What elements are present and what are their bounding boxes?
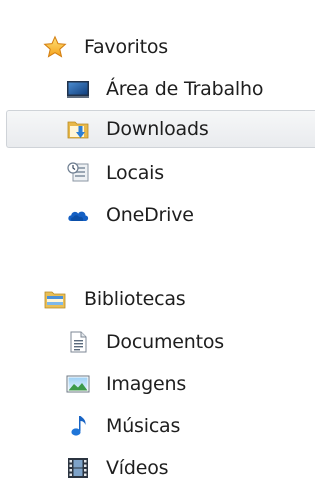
- star-icon: [43, 35, 67, 59]
- nav-item-music[interactable]: Músicas: [0, 407, 313, 445]
- navigation-pane: Favoritos Área de Trabalho Downloads Loc…: [0, 0, 315, 498]
- nav-group-favorites[interactable]: Favoritos: [0, 28, 313, 66]
- nav-group-libraries[interactable]: Bibliotecas: [0, 280, 313, 318]
- nav-item-onedrive[interactable]: OneDrive: [0, 196, 313, 234]
- nav-item-downloads[interactable]: Downloads: [6, 110, 315, 148]
- nav-item-label: Locais: [106, 162, 164, 184]
- nav-item-label: Músicas: [106, 415, 181, 437]
- pictures-icon: [66, 372, 90, 396]
- nav-item-recent-places[interactable]: Locais: [0, 154, 313, 192]
- nav-item-documents[interactable]: Documentos: [0, 323, 313, 361]
- nav-item-videos[interactable]: Vídeos: [0, 449, 313, 487]
- nav-group-label: Bibliotecas: [84, 288, 186, 310]
- music-note-icon: [66, 414, 90, 438]
- libraries-icon: [43, 287, 67, 311]
- nav-item-label: Downloads: [106, 118, 209, 140]
- desktop-icon: [66, 77, 90, 101]
- document-icon: [66, 330, 90, 354]
- film-icon: [66, 456, 90, 480]
- nav-item-label: Imagens: [106, 373, 187, 395]
- nav-item-desktop[interactable]: Área de Trabalho: [0, 70, 313, 108]
- nav-item-label: OneDrive: [106, 204, 194, 226]
- nav-item-label: Área de Trabalho: [106, 78, 264, 100]
- onedrive-cloud-icon: [66, 203, 90, 227]
- downloads-folder-icon: [66, 117, 90, 141]
- nav-item-label: Documentos: [106, 331, 224, 353]
- nav-item-pictures[interactable]: Imagens: [0, 365, 313, 403]
- nav-item-label: Vídeos: [106, 457, 169, 479]
- recent-places-icon: [66, 161, 90, 185]
- nav-group-label: Favoritos: [84, 36, 168, 58]
